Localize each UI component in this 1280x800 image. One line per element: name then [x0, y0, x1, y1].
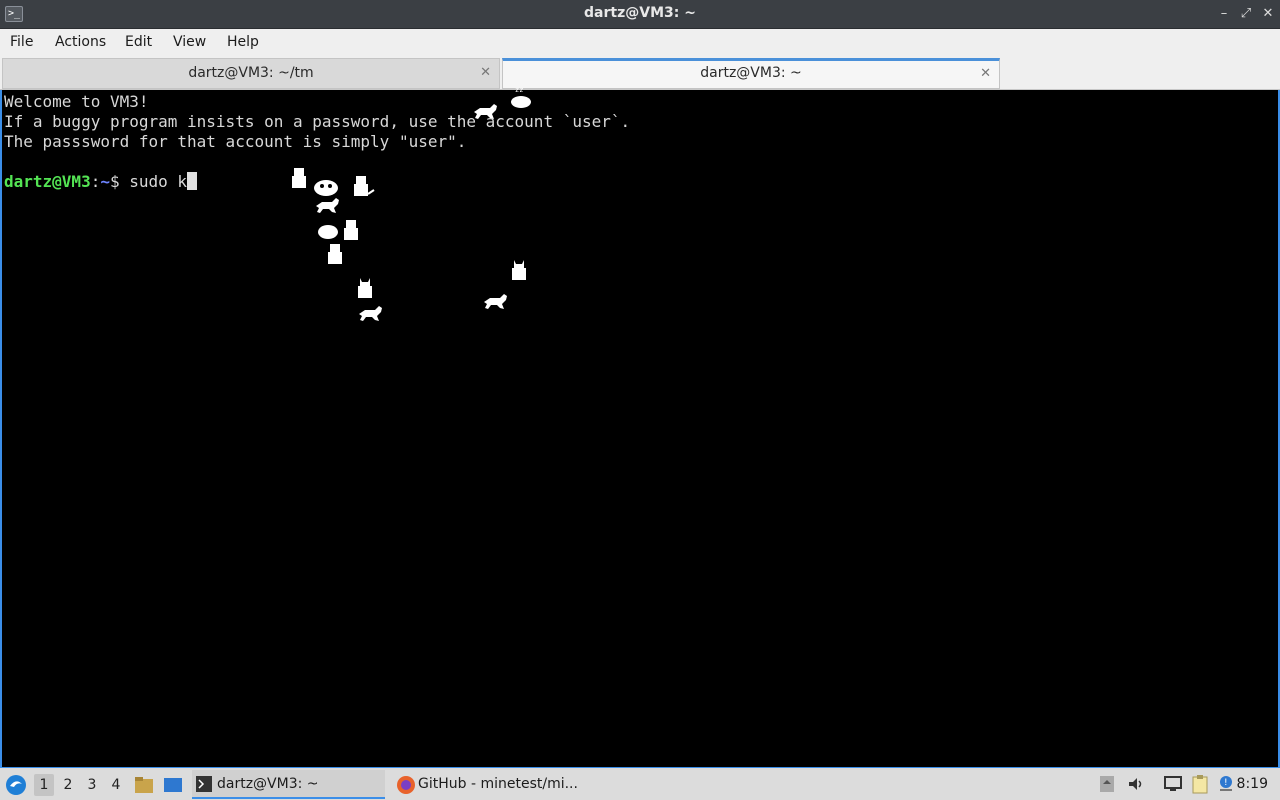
menu-help[interactable]: Help — [227, 34, 259, 50]
running-cat-icon — [359, 306, 382, 321]
terminal-line: The passsword for that account is simply… — [4, 132, 467, 151]
tab-label: dartz@VM3: ~/tm — [188, 65, 314, 81]
tab-label: dartz@VM3: ~ — [700, 65, 802, 81]
lubuntu-menu-icon[interactable] — [5, 774, 27, 796]
menu-edit[interactable]: Edit — [125, 34, 152, 50]
sitting-cat-icon — [344, 220, 358, 240]
maximize-button[interactable]: ⤢ — [1236, 4, 1256, 24]
prompt-separator: : — [90, 172, 101, 191]
show-desktop-icon[interactable] — [163, 775, 183, 795]
desktop-4[interactable]: 4 — [106, 774, 126, 796]
running-cat-icon — [484, 294, 507, 309]
menubar: File Actions Edit View Help — [0, 29, 1280, 56]
prompt-path: ~ — [100, 172, 110, 191]
tab-bar: dartz@VM3: ~/tm ✕ dartz@VM3: ~ ✕ — [0, 56, 1280, 90]
menu-view[interactable]: View — [173, 34, 206, 50]
task-firefox[interactable]: GitHub - minetest/mi... — [392, 770, 592, 799]
task-label: dartz@VM3: ~ — [217, 776, 319, 792]
prompt-user: dartz@VM3 — [4, 172, 91, 191]
desktop-2[interactable]: 2 — [58, 774, 78, 796]
text-cursor — [187, 172, 198, 190]
tab-home[interactable]: dartz@VM3: ~ ✕ — [502, 58, 1000, 89]
volume-icon[interactable] — [1127, 775, 1145, 793]
eject-icon[interactable] — [1099, 775, 1115, 793]
prompt-line: dartz@VM3:~$ sudo k — [4, 172, 198, 192]
terminal-icon — [196, 776, 212, 792]
desktop-3[interactable]: 3 — [82, 774, 102, 796]
sitting-cat-icon — [354, 176, 375, 196]
notification-icon[interactable]: ! — [1216, 774, 1236, 794]
menu-file[interactable]: File — [10, 34, 33, 50]
prompt-symbol: $ — [109, 172, 130, 191]
terminal-line: Welcome to VM3! — [4, 92, 149, 111]
desktop-1[interactable]: 1 — [34, 774, 54, 796]
sitting-cat-icon — [328, 244, 342, 264]
tab-close-icon[interactable]: ✕ — [980, 61, 991, 86]
terminal-view[interactable]: Welcome to VM3! If a buggy program insis… — [0, 86, 1280, 767]
running-cat-icon — [474, 104, 497, 119]
menu-actions[interactable]: Actions — [55, 34, 106, 50]
tab-close-icon[interactable]: ✕ — [480, 59, 491, 87]
tab-home-tm[interactable]: dartz@VM3: ~/tm ✕ — [2, 58, 500, 89]
sleeping-cat-icon: zz — [511, 86, 531, 108]
svg-text:!: ! — [1224, 778, 1228, 788]
taskbar: 1 2 3 4 dartz@VM3: ~ GitHub - minetest/m… — [0, 767, 1280, 800]
task-terminal[interactable]: dartz@VM3: ~ — [192, 770, 385, 799]
clock[interactable]: 8:19 — [1237, 768, 1268, 800]
task-label: GitHub - minetest/mi... — [418, 776, 578, 792]
clipboard-icon[interactable] — [1190, 774, 1210, 794]
command-input[interactable]: sudo k — [129, 172, 187, 191]
running-cat-icon — [316, 198, 339, 213]
network-icon[interactable] — [1163, 775, 1183, 793]
file-manager-icon[interactable] — [134, 775, 154, 795]
window-title: dartz@VM3: ~ — [584, 5, 696, 21]
sitting-cat-icon — [292, 168, 306, 188]
firefox-icon — [397, 776, 415, 794]
minimize-button[interactable]: – — [1214, 4, 1234, 24]
sitting-cat-icon — [512, 260, 526, 280]
sitting-cat-icon — [358, 278, 372, 298]
close-button[interactable]: ✕ — [1258, 4, 1278, 24]
terminal-line: If a buggy program insists on a password… — [4, 112, 631, 131]
window-titlebar[interactable]: >_ dartz@VM3: ~ – ⤢ ✕ — [0, 0, 1280, 29]
svg-text:zz: zz — [515, 86, 523, 94]
